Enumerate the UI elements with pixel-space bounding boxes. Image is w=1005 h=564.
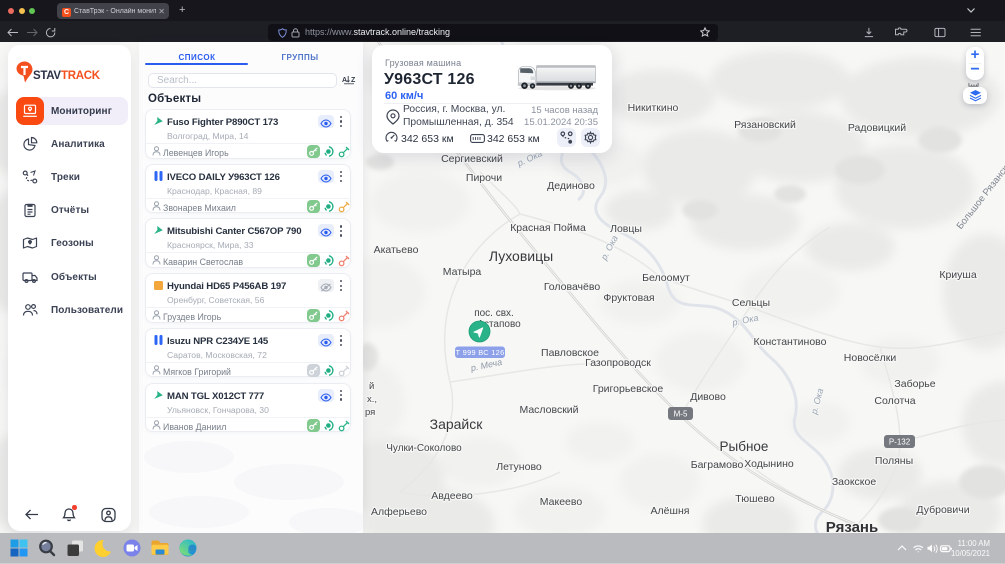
svg-text:Макеево: Макеево bbox=[540, 496, 583, 508]
svg-text:Чулки-Соколово: Чулки-Соколово bbox=[386, 443, 462, 454]
svg-text:Авдеево: Авдеево bbox=[431, 490, 473, 502]
svg-text:й: й bbox=[369, 381, 374, 392]
svg-text:пос. свх.: пос. свх. bbox=[474, 308, 514, 319]
svg-text:Головачёво: Головачёво bbox=[544, 281, 601, 293]
svg-text:Радовицкий: Радовицкий bbox=[848, 122, 906, 134]
svg-text:Ходынино: Ходынино bbox=[744, 458, 794, 470]
svg-text:Пирочи: Пирочи bbox=[466, 172, 502, 184]
svg-text:Фруктовая: Фруктовая bbox=[603, 292, 654, 304]
svg-text:Солотча: Солотча bbox=[874, 395, 915, 407]
svg-text:Зарайск: Зарайск bbox=[430, 416, 484, 432]
svg-text:Никиткино: Никиткино bbox=[628, 102, 679, 114]
svg-text:М-5: М-5 bbox=[674, 410, 688, 419]
svg-text:Криуша: Криуша bbox=[939, 269, 976, 281]
svg-text:Новосёлки: Новосёлки bbox=[844, 352, 897, 364]
svg-text:Летуново: Летуново bbox=[496, 461, 542, 473]
svg-text:х.,: х., bbox=[367, 394, 377, 405]
svg-text:Алферьево: Алферьево bbox=[371, 506, 427, 518]
svg-text:Рыбное: Рыбное bbox=[720, 439, 769, 454]
svg-text:Рязановский: Рязановский bbox=[734, 119, 796, 131]
svg-text:Поляны: Поляны bbox=[875, 455, 913, 467]
svg-text:Матыра: Матыра bbox=[443, 266, 482, 278]
svg-text:Т 999 ВС 126: Т 999 ВС 126 bbox=[456, 348, 505, 357]
svg-text:Белоомут: Белоомут bbox=[642, 272, 690, 284]
svg-text:Акатьево: Акатьево bbox=[374, 244, 419, 256]
svg-text:Рязань: Рязань bbox=[826, 519, 878, 533]
svg-text:Сергиевский: Сергиевский bbox=[441, 153, 503, 165]
svg-text:Баграмово: Баграмово bbox=[691, 459, 744, 471]
svg-text:Газопроводск: Газопроводск bbox=[585, 357, 651, 369]
svg-text:Константиново: Константиново bbox=[754, 336, 827, 348]
svg-text:Дивово: Дивово bbox=[690, 391, 726, 403]
svg-text:Алёшня: Алёшня bbox=[651, 505, 690, 517]
svg-text:TRACK: TRACK bbox=[61, 70, 101, 82]
svg-text:Тюшево: Тюшево bbox=[735, 493, 775, 505]
svg-text:Луховицы: Луховицы bbox=[489, 248, 553, 264]
svg-text:Григорьевское: Григорьевское bbox=[593, 383, 664, 395]
svg-text:A: A bbox=[342, 77, 347, 84]
svg-text:Р-132: Р-132 bbox=[889, 438, 911, 447]
svg-text:Заборье: Заборье bbox=[894, 378, 935, 390]
svg-text:STAV: STAV bbox=[33, 70, 61, 82]
svg-text:ря: ря bbox=[365, 407, 375, 418]
svg-text:Сельцы: Сельцы bbox=[732, 297, 770, 309]
svg-text:Ловцы: Ловцы bbox=[610, 223, 642, 235]
svg-text:Z: Z bbox=[351, 77, 356, 84]
svg-text:Дубровичи: Дубровичи bbox=[916, 504, 969, 516]
svg-text:Масловский: Масловский bbox=[519, 404, 578, 416]
svg-text:Красная Пойма: Красная Пойма bbox=[510, 222, 586, 234]
svg-text:Заокское: Заокское bbox=[832, 476, 877, 488]
svg-text:Дединово: Дединово bbox=[547, 180, 595, 192]
